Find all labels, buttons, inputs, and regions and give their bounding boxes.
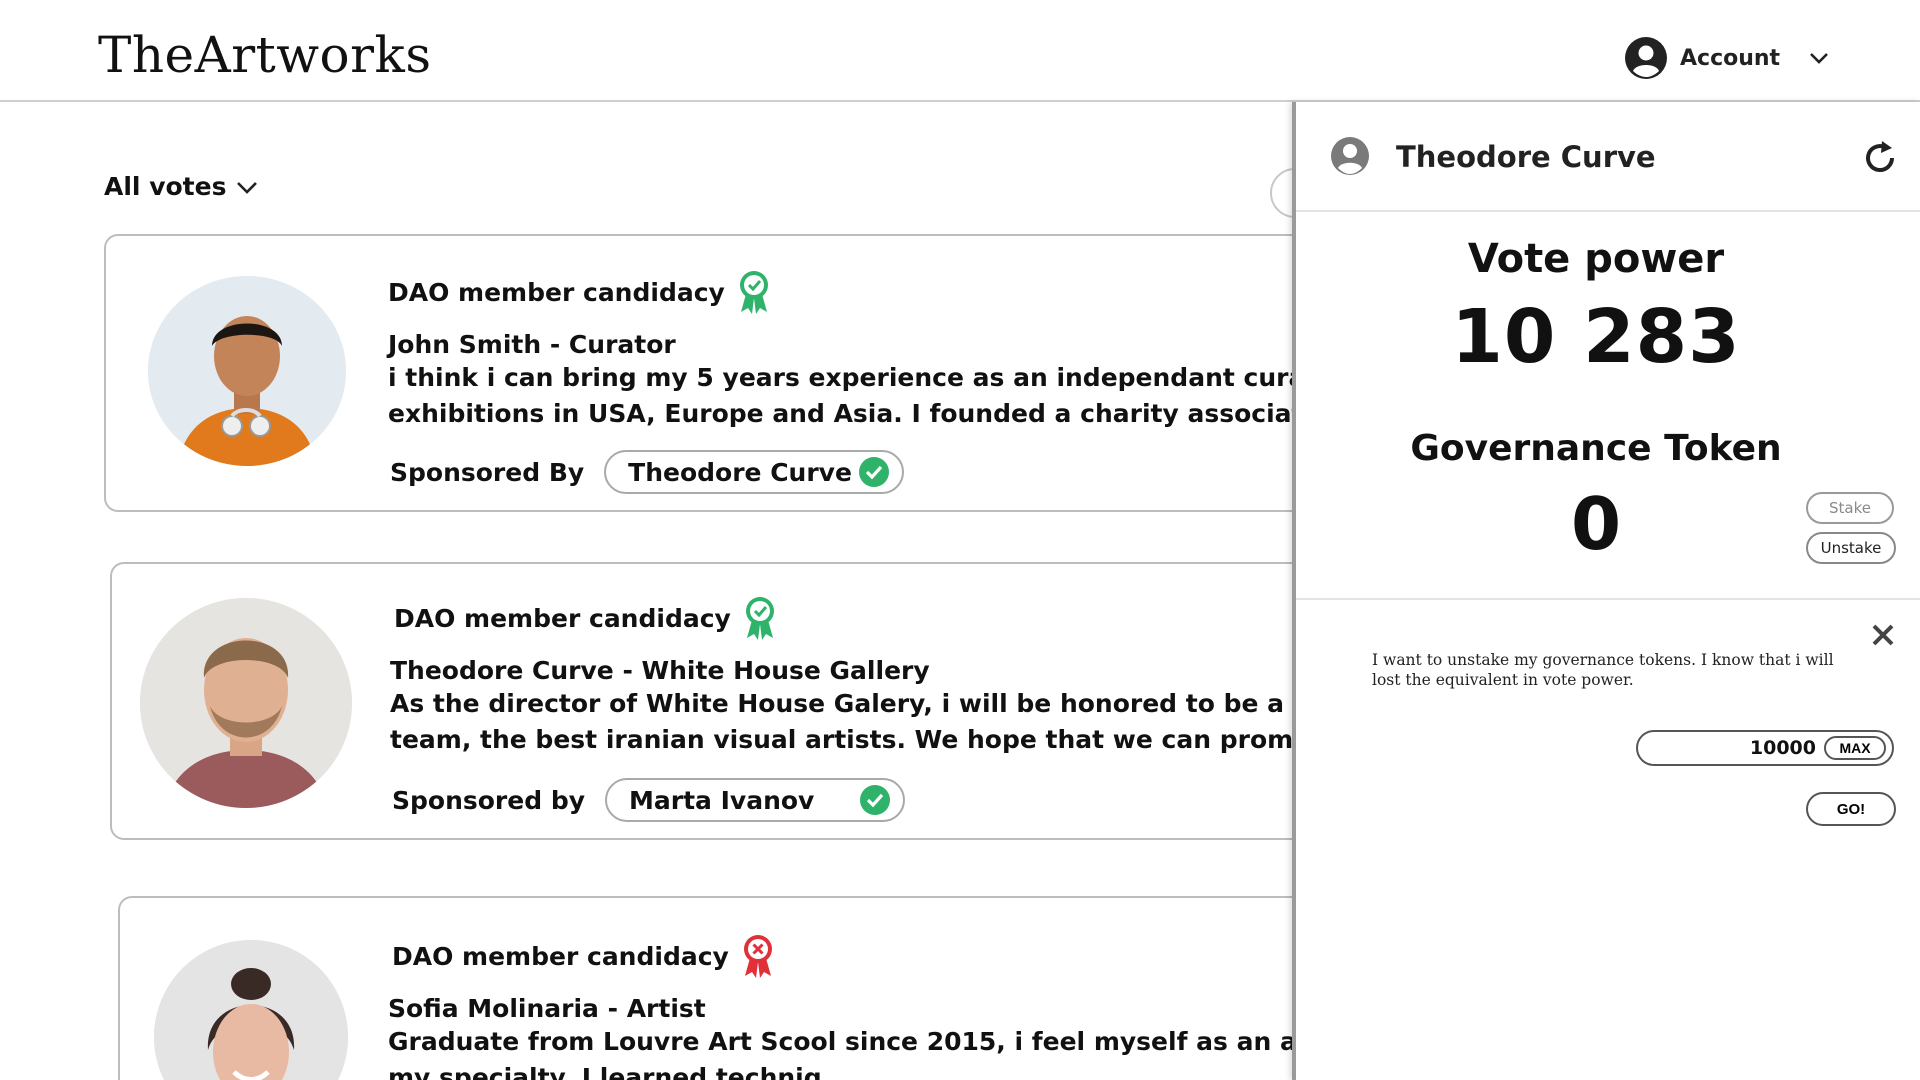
candidacy-type: DAO member candidacy (394, 596, 777, 640)
description-line: exhibitions in USA, Europe and Asia. I f… (388, 399, 1415, 428)
votes-filter-dropdown[interactable]: All votes (104, 172, 260, 201)
stake-button[interactable]: Stake (1806, 492, 1894, 524)
max-button[interactable]: MAX (1824, 736, 1886, 760)
sponsor-name: Theodore Curve (628, 457, 852, 487)
candidacy-type-label: DAO member candidacy (392, 941, 729, 971)
unstake-button[interactable]: Unstake (1806, 532, 1896, 564)
candidate-name: Sofia Molinaria - Artist (388, 994, 706, 1023)
candidacy-type: DAO member candidacy (392, 934, 775, 978)
refresh-icon[interactable] (1862, 140, 1898, 176)
check-circle-icon (860, 785, 891, 815)
filter-label: All votes (104, 172, 227, 201)
user-avatar-icon (1625, 37, 1667, 79)
description-line: team, the best iranian visual artists. W… (390, 725, 1408, 754)
sponsor-row: Sponsored By Theodore Curve (390, 450, 905, 494)
user-avatar-icon (1331, 137, 1369, 175)
candidate-avatar (148, 276, 346, 466)
unstake-amount-input[interactable]: 10000 MAX (1636, 730, 1894, 766)
panel-user-name: Theodore Curve (1396, 140, 1656, 174)
panel-header: Theodore Curve (1296, 102, 1920, 212)
candidate-description: As the director of White House Galery, i… (390, 686, 1435, 758)
vote-power-title: Vote power (1467, 236, 1725, 282)
candidacy-type-label: DAO member candidacy (394, 603, 731, 633)
panel-divider (1296, 598, 1920, 600)
candidate-name: John Smith - Curator (388, 330, 676, 359)
chevron-down-icon (1810, 53, 1828, 64)
sponsor-row: Sponsored by Marta Ivanov (392, 778, 906, 822)
close-icon[interactable] (1870, 622, 1896, 648)
governance-token-title: Governance Token (1410, 428, 1782, 469)
candidate-description: Graduate from Louvre Art Scool since 201… (388, 1024, 1438, 1080)
description-line: As the director of White House Galery, i… (390, 689, 1435, 718)
check-circle-icon (859, 457, 890, 487)
candidate-description: i think i can bring my 5 years experienc… (388, 360, 1414, 432)
account-panel: Theodore Curve Vote power 10 283 Governa… (1292, 102, 1920, 1080)
account-label: Account (1680, 45, 1781, 71)
vote-power-value: 10 283 (1451, 294, 1741, 380)
rejected-ribbon-icon (743, 935, 772, 978)
sponsor-name: Marta Ivanov (629, 785, 815, 815)
description-line: my specialty. I learned techniq (388, 1063, 822, 1080)
sponsor-badge[interactable]: Marta Ivanov (605, 778, 906, 822)
candidacy-type: DAO member candidacy (388, 270, 771, 314)
description-line: i think i can bring my 5 years experienc… (388, 363, 1406, 392)
candidacy-type-label: DAO member candidacy (388, 277, 725, 307)
account-menu[interactable]: Account (1624, 36, 1832, 80)
sponsor-label: Sponsored by (392, 785, 586, 815)
unstake-message: I want to unstake my governance tokens. … (1372, 651, 1834, 689)
brand-logo[interactable]: TheArtworks (98, 26, 432, 84)
sponsor-badge[interactable]: Theodore Curve (604, 450, 905, 494)
candidate-avatar (154, 940, 348, 1080)
go-button[interactable]: GO! (1806, 792, 1896, 826)
sponsor-label: Sponsored By (390, 457, 585, 487)
description-line: Graduate from Louvre Art Scool since 201… (388, 1027, 1439, 1056)
candidate-avatar (140, 598, 352, 808)
top-bar: TheArtworks Account (0, 0, 1920, 102)
amount-value: 10000 (1749, 737, 1816, 759)
candidate-name: Theodore Curve - White House Gallery (390, 656, 930, 685)
chevron-down-icon (237, 181, 258, 194)
approved-ribbon-icon (745, 597, 774, 640)
approved-ribbon-icon (739, 271, 768, 314)
